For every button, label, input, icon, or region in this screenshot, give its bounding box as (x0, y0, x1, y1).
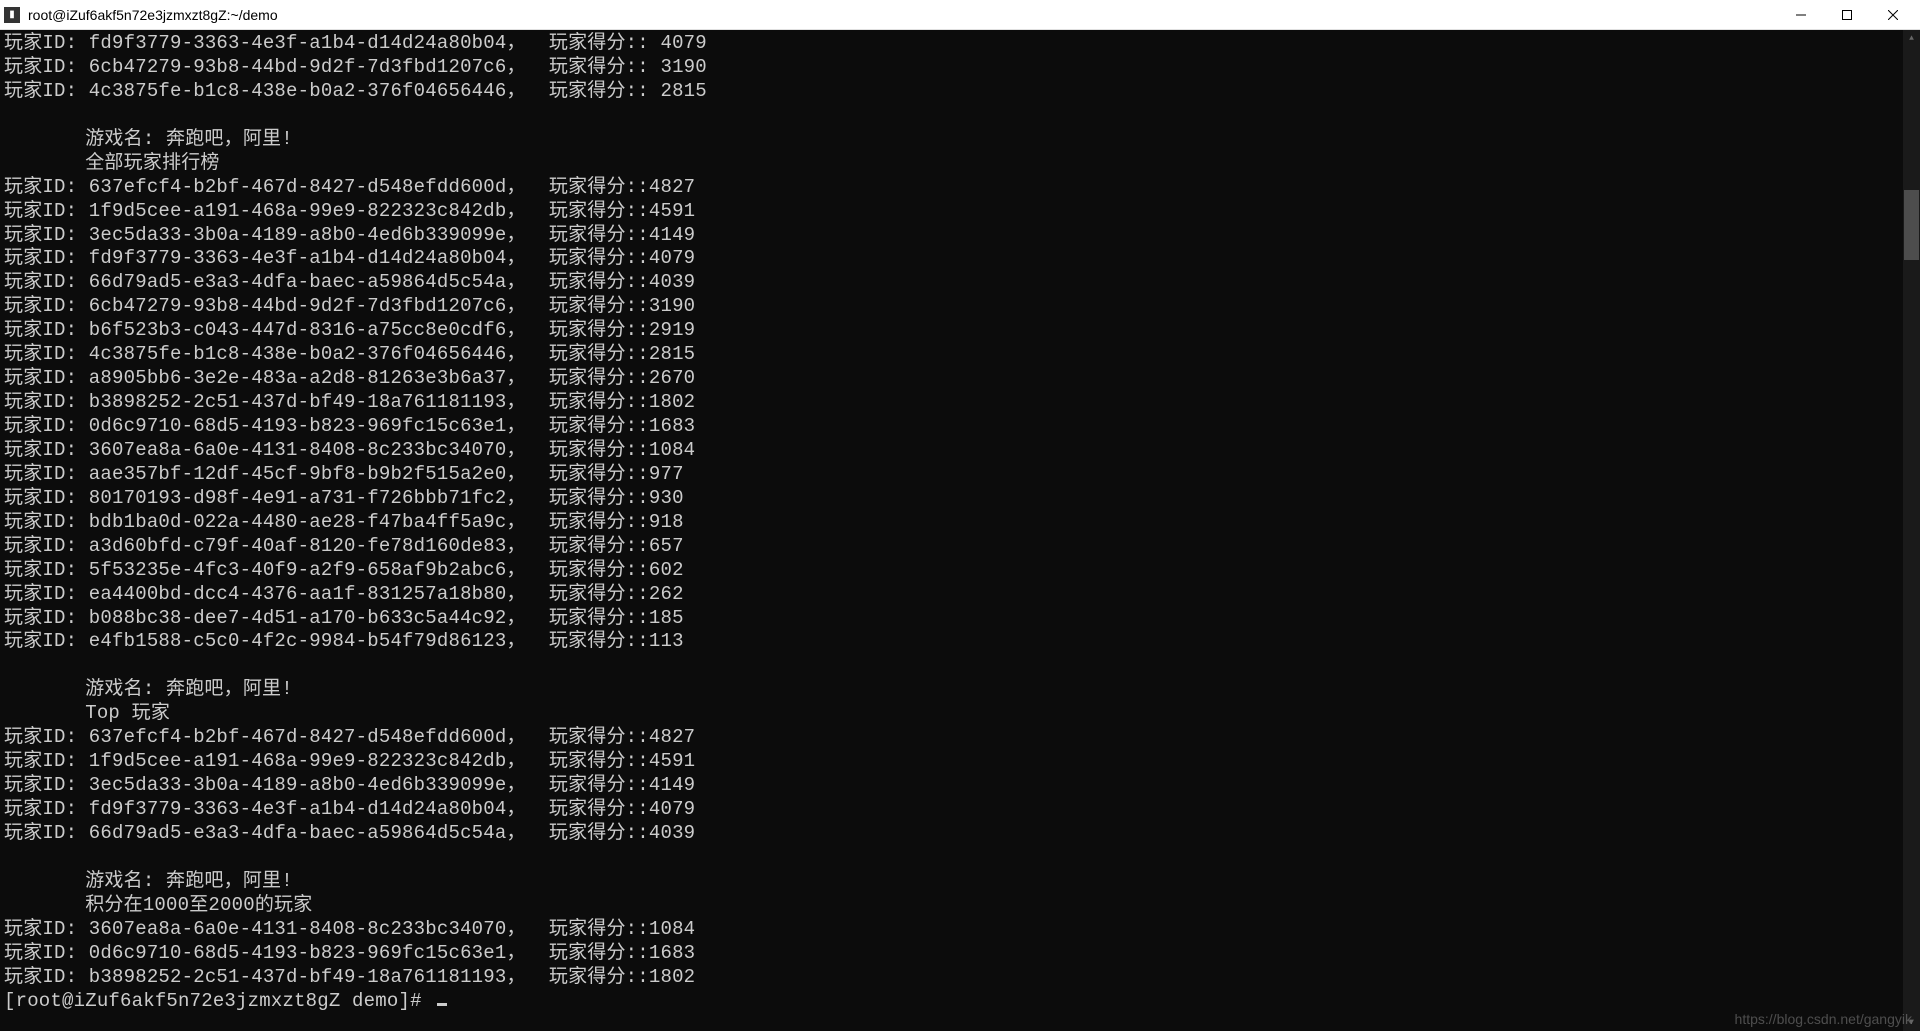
terminal-line: 玩家ID: 637efcf4-b2bf-467d-8427-d548efdd60… (4, 176, 1916, 200)
terminal-line: 玩家ID: ea4400bd-dcc4-4376-aa1f-831257a18b… (4, 583, 1916, 607)
terminal-line (4, 654, 1916, 678)
terminal-line: 游戏名: 奔跑吧，阿里! (4, 678, 1916, 702)
terminal-line: 玩家ID: 66d79ad5-e3a3-4dfa-baec-a59864d5c5… (4, 271, 1916, 295)
terminal-line: 玩家ID: b6f523b3-c043-447d-8316-a75cc8e0cd… (4, 319, 1916, 343)
close-button[interactable] (1870, 0, 1916, 30)
terminal-line: 玩家ID: 3607ea8a-6a0e-4131-8408-8c233bc340… (4, 918, 1916, 942)
terminal-line: 玩家ID: 6cb47279-93b8-44bd-9d2f-7d3fbd1207… (4, 295, 1916, 319)
terminal-line: Top 玩家 (4, 702, 1916, 726)
terminal-line: 游戏名: 奔跑吧，阿里! (4, 870, 1916, 894)
terminal-line: 玩家ID: 3ec5da33-3b0a-4189-a8b0-4ed6b33909… (4, 224, 1916, 248)
scrollbar-thumb[interactable] (1904, 190, 1919, 260)
terminal-line: 玩家ID: 66d79ad5-e3a3-4dfa-baec-a59864d5c5… (4, 822, 1916, 846)
watermark-text: https://blog.csdn.net/gangyik (1735, 1011, 1912, 1027)
window-title: root@iZuf6akf5n72e3jzmxzt8gZ:~/demo (28, 7, 1778, 23)
terminal-line: 玩家ID: bdb1ba0d-022a-4480-ae28-f47ba4ff5a… (4, 511, 1916, 535)
terminal-line: 积分在1000至2000的玩家 (4, 894, 1916, 918)
terminal-line: 玩家ID: aae357bf-12df-45cf-9bf8-b9b2f515a2… (4, 463, 1916, 487)
terminal-icon: ▮ (4, 7, 20, 23)
maximize-button[interactable] (1824, 0, 1870, 30)
terminal-line (4, 846, 1916, 870)
window-titlebar: ▮ root@iZuf6akf5n72e3jzmxzt8gZ:~/demo (0, 0, 1920, 30)
scroll-up-arrow[interactable]: ▲ (1903, 30, 1920, 47)
terminal-line: 玩家ID: fd9f3779-3363-4e3f-a1b4-d14d24a80b… (4, 798, 1916, 822)
terminal-line: 玩家ID: b088bc38-dee7-4d51-a170-b633c5a44c… (4, 607, 1916, 631)
terminal-line: 玩家ID: a8905bb6-3e2e-483a-a2d8-81263e3b6a… (4, 367, 1916, 391)
terminal-line: 玩家ID: 4c3875fe-b1c8-438e-b0a2-376f046564… (4, 80, 1916, 104)
terminal-line: 玩家ID: 1f9d5cee-a191-468a-99e9-822323c842… (4, 200, 1916, 224)
terminal-line: 玩家ID: e4fb1588-c5c0-4f2c-9984-b54f79d861… (4, 630, 1916, 654)
terminal-line: 玩家ID: 0d6c9710-68d5-4193-b823-969fc15c63… (4, 942, 1916, 966)
terminal-line: 玩家ID: 80170193-d98f-4e91-a731-f726bbb71f… (4, 487, 1916, 511)
terminal-line: 玩家ID: 3607ea8a-6a0e-4131-8408-8c233bc340… (4, 439, 1916, 463)
terminal-line: 玩家ID: a3d60bfd-c79f-40af-8120-fe78d160de… (4, 535, 1916, 559)
window-controls (1778, 0, 1916, 30)
terminal-line: 玩家ID: fd9f3779-3363-4e3f-a1b4-d14d24a80b… (4, 247, 1916, 271)
terminal-line: 玩家ID: 4c3875fe-b1c8-438e-b0a2-376f046564… (4, 343, 1916, 367)
terminal-line: 玩家ID: 6cb47279-93b8-44bd-9d2f-7d3fbd1207… (4, 56, 1916, 80)
terminal-line: 游戏名: 奔跑吧，阿里! (4, 128, 1916, 152)
shell-prompt[interactable]: [root@iZuf6akf5n72e3jzmxzt8gZ demo]# (4, 990, 1916, 1014)
terminal-line: 玩家ID: b3898252-2c51-437d-bf49-18a7611811… (4, 966, 1916, 990)
terminal-output[interactable]: 玩家ID: fd9f3779-3363-4e3f-a1b4-d14d24a80b… (0, 30, 1920, 1031)
terminal-line: 玩家ID: 3ec5da33-3b0a-4189-a8b0-4ed6b33909… (4, 774, 1916, 798)
terminal-line: 玩家ID: 0d6c9710-68d5-4193-b823-969fc15c63… (4, 415, 1916, 439)
terminal-line: 玩家ID: 1f9d5cee-a191-468a-99e9-822323c842… (4, 750, 1916, 774)
terminal-line (4, 104, 1916, 128)
terminal-line: 玩家ID: 637efcf4-b2bf-467d-8427-d548efdd60… (4, 726, 1916, 750)
terminal-line: 全部玩家排行榜 (4, 152, 1916, 176)
minimize-button[interactable] (1778, 0, 1824, 30)
terminal-line: 玩家ID: fd9f3779-3363-4e3f-a1b4-d14d24a80b… (4, 32, 1916, 56)
cursor (437, 1003, 447, 1006)
terminal-line: 玩家ID: 5f53235e-4fc3-40f9-a2f9-658af9b2ab… (4, 559, 1916, 583)
terminal-line: 玩家ID: b3898252-2c51-437d-bf49-18a7611811… (4, 391, 1916, 415)
vertical-scrollbar[interactable]: ▲ ▼ (1903, 30, 1920, 1031)
